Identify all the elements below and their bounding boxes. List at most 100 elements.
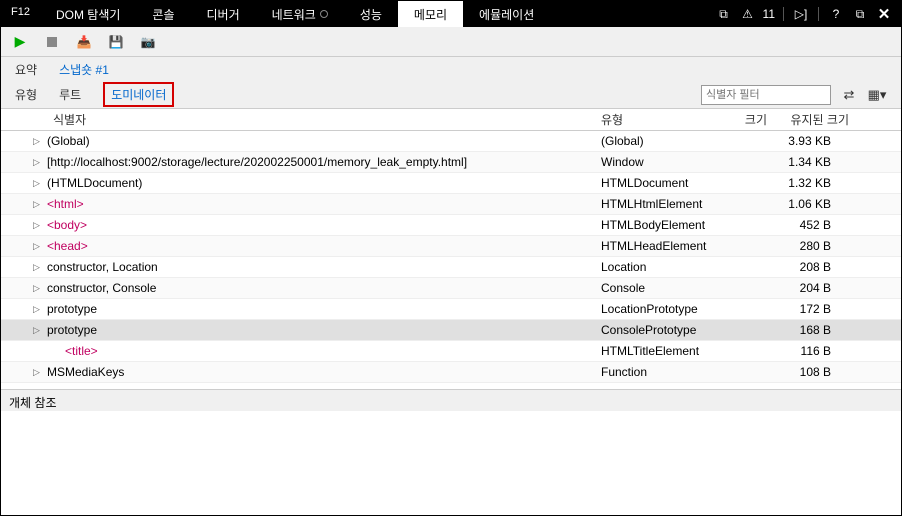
expand-icon[interactable]: ▷: [33, 199, 43, 210]
snapshot-bar: 요약 스냅숏 #1: [1, 57, 901, 81]
identifier-text: (Global): [47, 134, 90, 148]
type-text: Function: [601, 365, 717, 379]
table-row[interactable]: ▷ prototype LocationPrototype 172 B: [1, 299, 901, 320]
retained-text: 168 B: [777, 323, 841, 337]
retained-text: 452 B: [777, 218, 841, 232]
expand-icon[interactable]: ▷: [33, 325, 43, 336]
type-tab[interactable]: 유형: [15, 86, 37, 103]
table-row[interactable]: ▷ MSMediaKeys Function 108 B: [1, 362, 901, 383]
identifier-text: constructor, Location: [47, 260, 158, 274]
root-tab[interactable]: 루트: [59, 86, 81, 103]
snapshot-link[interactable]: 스냅숏 #1: [59, 61, 109, 78]
help-icon[interactable]: ?: [827, 7, 845, 21]
expand-icon[interactable]: ▷: [33, 241, 43, 252]
settings-icon[interactable]: ⇄: [839, 85, 859, 105]
type-text: LocationPrototype: [601, 302, 717, 316]
tab-네트워크[interactable]: 네트워크: [256, 1, 344, 27]
titlebar-right: ⧉ ⚠ 11 ▷] ? ⧉ ✕: [707, 1, 901, 27]
type-text: Console: [601, 281, 717, 295]
identifier-filter-input[interactable]: [701, 85, 831, 105]
type-text: ConsolePrototype: [601, 323, 717, 337]
save-button[interactable]: 💾: [107, 33, 125, 51]
identifier-text: prototype: [47, 323, 97, 337]
grid-body[interactable]: ▷(Global)(Global)3.93 KB▷[http://localho…: [1, 131, 901, 389]
grid-view-icon[interactable]: ▦▾: [867, 85, 887, 105]
col-size[interactable]: 크기: [717, 111, 777, 128]
tab-메모리[interactable]: 메모리: [398, 1, 463, 27]
console-icon[interactable]: ▷]: [792, 7, 810, 21]
retained-text: 172 B: [777, 302, 841, 316]
identifier-text: <head>: [47, 239, 88, 253]
separator: [783, 7, 784, 21]
identifier-text: [http://localhost:9002/storage/lecture/2…: [47, 155, 467, 169]
retained-text: 280 B: [777, 239, 841, 253]
table-row[interactable]: <title>HTMLTitleElement116 B: [1, 341, 901, 362]
identifier-text: <title>: [65, 344, 98, 358]
retained-text: 1.06 KB: [777, 197, 841, 211]
play-button[interactable]: ▶: [11, 33, 29, 51]
devtools-tabs: DOM 탐색기콘솔디버거네트워크성능메모리에뮬레이션: [40, 1, 707, 27]
tab-에뮬레이션[interactable]: 에뮬레이션: [463, 1, 550, 27]
record-indicator-icon: [320, 10, 328, 18]
identifier-text: MSMediaKeys: [47, 365, 124, 379]
toolbar: ▶ 📥 💾 📷: [1, 27, 901, 57]
undock-icon[interactable]: ⧉: [851, 7, 869, 22]
col-retained[interactable]: 유지된 크기: [777, 111, 859, 128]
table-row[interactable]: ▷ <body> HTMLBodyElement 452 B: [1, 215, 901, 236]
expand-icon[interactable]: ▷: [33, 304, 43, 315]
col-type[interactable]: 유형: [601, 111, 717, 128]
import-button[interactable]: 📥: [75, 33, 93, 51]
dominator-tab[interactable]: 도미네이터: [103, 82, 174, 107]
type-text: HTMLTitleElement: [601, 344, 717, 358]
table-row[interactable]: ▷(Global)(Global)3.93 KB: [1, 131, 901, 152]
retained-text: 108 B: [777, 365, 841, 379]
view-bar: 유형 루트 도미네이터 ⇄ ▦▾: [1, 81, 901, 109]
identifier-text: constructor, Console: [47, 281, 156, 295]
grid-header: 식별자 유형 크기 유지된 크기: [1, 109, 901, 131]
expand-icon[interactable]: ▷: [33, 220, 43, 231]
col-identifier[interactable]: 식별자: [1, 111, 601, 128]
type-text: Window: [601, 155, 717, 169]
type-text: HTMLHeadElement: [601, 239, 717, 253]
identifier-text: prototype: [47, 302, 97, 316]
titlebar: F12 DOM 탐색기콘솔디버거네트워크성능메모리에뮬레이션 ⧉ ⚠ 11 ▷]…: [1, 1, 901, 27]
stop-button[interactable]: [43, 33, 61, 51]
type-text: HTMLDocument: [601, 176, 717, 190]
object-ref-label: 개체 참조: [1, 389, 901, 411]
tab-콘솔[interactable]: 콘솔: [136, 1, 190, 27]
identifier-text: (HTMLDocument): [47, 176, 142, 190]
type-text: HTMLHtmlElement: [601, 197, 717, 211]
warning-icon[interactable]: ⚠: [739, 7, 757, 21]
table-row[interactable]: ▷ (HTMLDocument) HTMLDocument 1.32 KB: [1, 173, 901, 194]
table-row[interactable]: ▷<html>HTMLHtmlElement1.06 KB: [1, 194, 901, 215]
type-text: HTMLBodyElement: [601, 218, 717, 232]
retained-text: 1.32 KB: [777, 176, 841, 190]
table-row[interactable]: ▷ prototype ConsolePrototype 168 B: [1, 320, 901, 341]
close-icon[interactable]: ✕: [875, 5, 893, 23]
table-row[interactable]: ▷ [http://localhost:9002/storage/lecture/…: [1, 152, 901, 173]
screenshot-button[interactable]: 📷: [139, 33, 157, 51]
type-text: Location: [601, 260, 717, 274]
tab-성능[interactable]: 성능: [344, 1, 398, 27]
retained-text: 1.34 KB: [777, 155, 841, 169]
expand-icon[interactable]: ▷: [33, 262, 43, 273]
identifier-text: <body>: [47, 218, 87, 232]
expand-icon[interactable]: ▷: [33, 283, 43, 294]
memory-grid: 식별자 유형 크기 유지된 크기 ▷(Global)(Global)3.93 K…: [1, 109, 901, 389]
summary-tab[interactable]: 요약: [15, 61, 37, 78]
dock-icon[interactable]: ⧉: [715, 7, 733, 22]
expand-icon[interactable]: ▷: [33, 136, 43, 147]
table-row[interactable]: ▷ constructor, Location Location 208 B: [1, 257, 901, 278]
table-row[interactable]: ▷ <head> HTMLHeadElement 280 B: [1, 236, 901, 257]
expand-icon[interactable]: ▷: [33, 157, 43, 168]
separator: [818, 7, 819, 21]
f12-label: F12: [1, 1, 40, 27]
retained-text: 208 B: [777, 260, 841, 274]
expand-icon[interactable]: ▷: [33, 367, 43, 378]
tab-DOM 탐색기[interactable]: DOM 탐색기: [40, 1, 136, 27]
tab-디버거[interactable]: 디버거: [191, 1, 256, 27]
table-row[interactable]: ▷constructor, ConsoleConsole204 B: [1, 278, 901, 299]
object-ref-panel: [1, 411, 901, 511]
type-text: (Global): [601, 134, 717, 148]
expand-icon[interactable]: ▷: [33, 178, 43, 189]
